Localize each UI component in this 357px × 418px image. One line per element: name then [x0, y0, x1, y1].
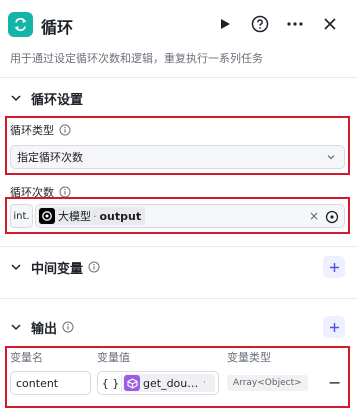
node-description: 用于通过设定循环次数和逻辑，重复执行一系列任务	[10, 52, 263, 65]
clear-icon[interactable]: ×	[309, 209, 319, 223]
loop-type-label-text: 循环类型	[10, 124, 54, 137]
chevron-down-icon	[11, 264, 21, 271]
close-icon	[324, 18, 336, 30]
remove-output-variable-button[interactable]: −	[328, 373, 341, 392]
llm-node-icon	[39, 208, 55, 224]
more-button[interactable]	[285, 14, 305, 34]
loop-count-field: int. 大模型 · output ×	[10, 204, 345, 228]
reference-chip[interactable]: 大模型 · output	[38, 207, 146, 225]
section-title: 循环设置	[31, 92, 84, 108]
info-icon[interactable]	[88, 261, 100, 273]
reference-separator: ·	[203, 378, 206, 388]
chevron-down-icon	[11, 95, 21, 102]
section-loop-settings[interactable]: 循环设置	[10, 88, 83, 108]
loop-type-select[interactable]: 指定循环次数	[10, 145, 345, 169]
reference-node-name: get_dou…	[143, 376, 199, 390]
object-type-tag: { }	[100, 374, 122, 392]
plus-icon	[329, 262, 339, 272]
section-title: 中间变量	[31, 261, 84, 277]
info-icon[interactable]	[62, 321, 74, 333]
add-intermediate-variable-button[interactable]	[323, 256, 345, 278]
divider	[0, 298, 357, 299]
more-icon	[287, 22, 303, 26]
reference-chip[interactable]: get_dou… ·	[123, 374, 215, 392]
section-intermediate-variables[interactable]: 中间变量	[10, 257, 100, 277]
help-button[interactable]	[250, 14, 270, 34]
reference-output-name: output	[99, 209, 142, 223]
close-button[interactable]	[320, 14, 340, 34]
node-title: 循环	[41, 18, 74, 37]
chevron-down-icon	[11, 324, 21, 331]
output-variable-name-input[interactable]: content	[10, 371, 91, 395]
section-title: 输出	[31, 321, 58, 337]
divider	[0, 77, 357, 78]
loop-count-reference-input[interactable]: 大模型 · output ×	[35, 204, 345, 228]
column-header-name: 变量名	[10, 351, 43, 364]
column-header-type: 变量类型	[227, 351, 271, 364]
output-variable-name: content	[16, 376, 59, 390]
plugin-node-icon	[124, 375, 140, 391]
target-icon[interactable]	[325, 210, 339, 224]
run-button[interactable]	[215, 14, 235, 34]
info-icon[interactable]	[59, 124, 71, 136]
reference-node-name: 大模型	[58, 210, 91, 223]
loop-icon	[8, 12, 33, 37]
loop-type-value: 指定循环次数	[17, 151, 83, 164]
loop-type-label: 循环类型	[10, 122, 71, 138]
add-output-variable-button[interactable]	[323, 316, 345, 338]
type-tag: int.	[10, 204, 33, 228]
plus-icon	[329, 322, 339, 332]
node-header: 循环	[0, 0, 357, 50]
section-output[interactable]: 输出	[10, 317, 74, 337]
column-header-value: 变量值	[97, 351, 130, 364]
reference-separator: ·	[93, 209, 97, 223]
output-variable-value-input[interactable]: { } get_dou… ·	[97, 371, 219, 395]
help-icon	[251, 15, 269, 33]
variable-type-badge: Array<Object>	[227, 375, 308, 391]
chevron-down-icon	[327, 155, 335, 160]
play-icon	[221, 19, 230, 29]
divider	[0, 246, 357, 247]
